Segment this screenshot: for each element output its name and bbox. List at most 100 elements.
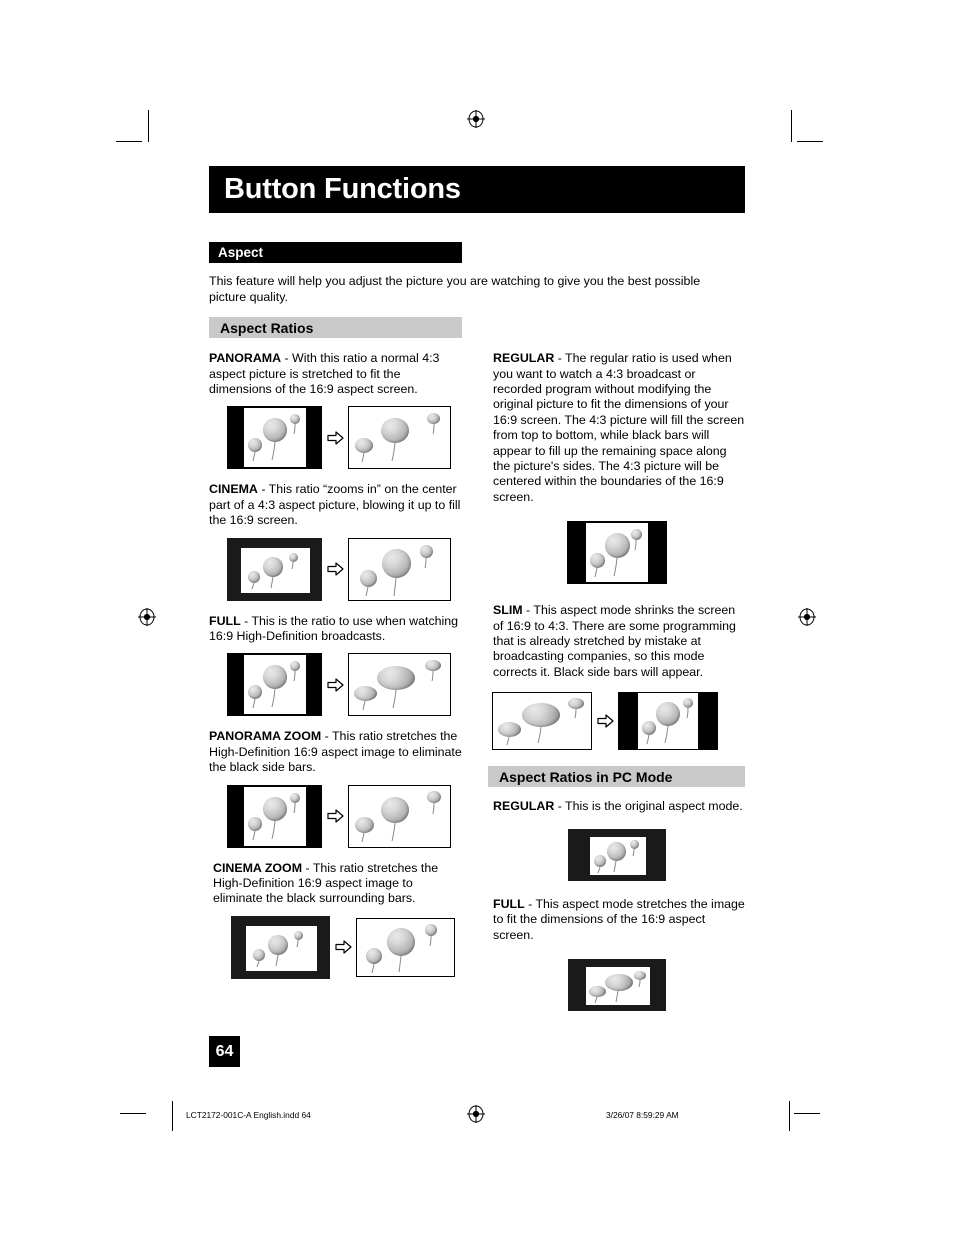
panorama-term: PANORAMA — [209, 351, 282, 366]
balloon-strings — [590, 837, 646, 875]
transform-arrow-icon — [322, 562, 348, 576]
panorama-zoom-before-picture — [244, 786, 306, 846]
full-after-picture — [349, 654, 450, 716]
registration-target-left — [138, 608, 156, 626]
section-head-pc-mode: Aspect Ratios in PC Mode — [488, 766, 745, 788]
regular-screen — [566, 521, 667, 585]
slim-after-picture — [638, 693, 698, 750]
regular-body: - The regular ratio is used when you wan… — [493, 351, 745, 504]
cinema-zoom-term: CINEMA ZOOM — [213, 860, 303, 875]
transform-arrow-icon — [322, 809, 348, 823]
cinema-zoom-after-picture — [357, 918, 454, 976]
panorama-zoom-after-screen — [348, 784, 451, 848]
registration-target-top — [467, 110, 485, 128]
cinema-zoom-illustration — [209, 915, 462, 979]
slim-illustration — [488, 692, 745, 751]
section-head-aspect-ratios-label: Aspect Ratios — [220, 319, 314, 336]
cinema-zoom-after-screen — [356, 917, 455, 977]
two-column-layout: PANORAMA - With this ratio a normal 4:3 … — [209, 338, 745, 1013]
balloon-strings — [349, 654, 450, 715]
crop-mark-top-left-horizontal — [116, 141, 142, 142]
balloon-strings — [493, 693, 591, 749]
full-before-picture — [244, 655, 306, 715]
cinema-zoom-before-picture — [246, 925, 317, 971]
footer-timestamp: 3/26/07 8:59:29 AM — [606, 1110, 679, 1120]
crop-mark-top-left-vertical — [148, 110, 149, 142]
section-head-pc-mode-label: Aspect Ratios in PC Mode — [499, 768, 673, 785]
balloon-strings — [246, 926, 317, 971]
pc-full-illustration — [488, 958, 745, 1011]
registration-target-footer — [467, 1105, 485, 1123]
regular-paragraph: REGULAR - The regular ratio is used when… — [488, 351, 745, 505]
slim-before-screen — [492, 692, 592, 751]
full-term: FULL — [209, 613, 241, 628]
transform-arrow-icon — [322, 678, 348, 692]
crop-mark-top-right-vertical — [791, 110, 792, 142]
panorama-zoom-term: PANORAMA ZOOM — [209, 729, 322, 744]
slim-term: SLIM — [493, 603, 523, 618]
section-head-aspect-ratios: Aspect Ratios — [209, 317, 462, 339]
slim-body: - This aspect mode shrinks the screen of… — [493, 603, 736, 679]
slim-after-screen — [618, 692, 718, 751]
balloon-strings — [241, 548, 310, 593]
balloon-strings — [244, 787, 306, 846]
cinema-zoom-before-screen — [231, 915, 330, 979]
page-number-label: 64 — [215, 1042, 234, 1060]
balloon-strings — [349, 407, 450, 468]
pc-regular-screen — [567, 828, 666, 881]
footer-tick-right — [789, 1101, 790, 1131]
footer-file-label: LCT2172-001C-A English.indd 64 — [186, 1110, 311, 1120]
transform-arrow-icon — [592, 714, 618, 728]
panorama-zoom-before-screen — [227, 784, 322, 848]
panorama-before-picture — [244, 408, 306, 468]
cinema-after-picture — [349, 538, 450, 600]
section-head-aspect: Aspect — [209, 242, 462, 263]
pc-full-paragraph: FULL - This aspect mode stretches the im… — [488, 897, 745, 943]
pc-full-picture — [585, 966, 650, 1005]
balloon-strings — [349, 539, 450, 600]
crop-mark-top-right-horizontal — [797, 141, 823, 142]
pc-full-term: FULL — [493, 896, 525, 911]
regular-picture — [585, 523, 648, 583]
cinema-before-screen — [227, 537, 322, 601]
full-illustration — [209, 653, 462, 717]
cinema-before-picture — [241, 547, 310, 593]
balloon-strings — [357, 919, 454, 976]
regular-illustration — [488, 521, 745, 585]
transform-arrow-icon — [322, 431, 348, 445]
balloon-strings — [586, 523, 648, 582]
cinema-after-screen — [348, 537, 451, 601]
balloon-strings — [244, 655, 306, 714]
regular-term: REGULAR — [493, 351, 555, 366]
page-title: Button Functions — [224, 173, 461, 205]
pc-regular-illustration — [488, 828, 745, 881]
pc-regular-body: - This is the original aspect mode. — [554, 799, 743, 814]
balloon-strings — [586, 967, 650, 1005]
full-after-screen — [348, 653, 451, 717]
balloon-strings — [638, 693, 698, 749]
chapter-title-bar: Button Functions — [209, 166, 745, 213]
footer-rule-right — [794, 1113, 820, 1114]
slim-paragraph: SLIM - This aspect mode shrinks the scre… — [488, 603, 745, 680]
pc-full-screen — [567, 958, 666, 1011]
cinema-paragraph: CINEMA - This ratio “zooms in” on the ce… — [209, 482, 462, 528]
balloon-strings — [244, 408, 306, 467]
pc-regular-picture — [589, 836, 646, 875]
left-column: PANORAMA - With this ratio a normal 4:3 … — [209, 338, 462, 1013]
cinema-illustration — [209, 537, 462, 601]
full-body: - This is the ratio to use when watching… — [209, 613, 459, 644]
panorama-before-screen — [227, 406, 322, 470]
panorama-illustration — [209, 406, 462, 470]
cinema-term: CINEMA — [209, 482, 258, 497]
balloon-strings — [349, 786, 450, 847]
full-paragraph: FULL - This is the ratio to use when wat… — [209, 614, 462, 645]
page-number-badge: 64 — [209, 1036, 240, 1067]
cinema-zoom-paragraph: CINEMA ZOOM - This ratio stretches the H… — [209, 861, 462, 907]
aspect-intro-text: This feature will help you adjust the pi… — [209, 274, 701, 304]
footer-rule-left — [120, 1113, 146, 1114]
pc-regular-term: REGULAR — [493, 799, 555, 814]
panorama-zoom-paragraph: PANORAMA ZOOM - This ratio stretches the… — [209, 729, 462, 775]
panorama-after-picture — [349, 407, 450, 469]
panorama-zoom-illustration — [209, 784, 462, 848]
transform-arrow-icon — [330, 940, 356, 954]
